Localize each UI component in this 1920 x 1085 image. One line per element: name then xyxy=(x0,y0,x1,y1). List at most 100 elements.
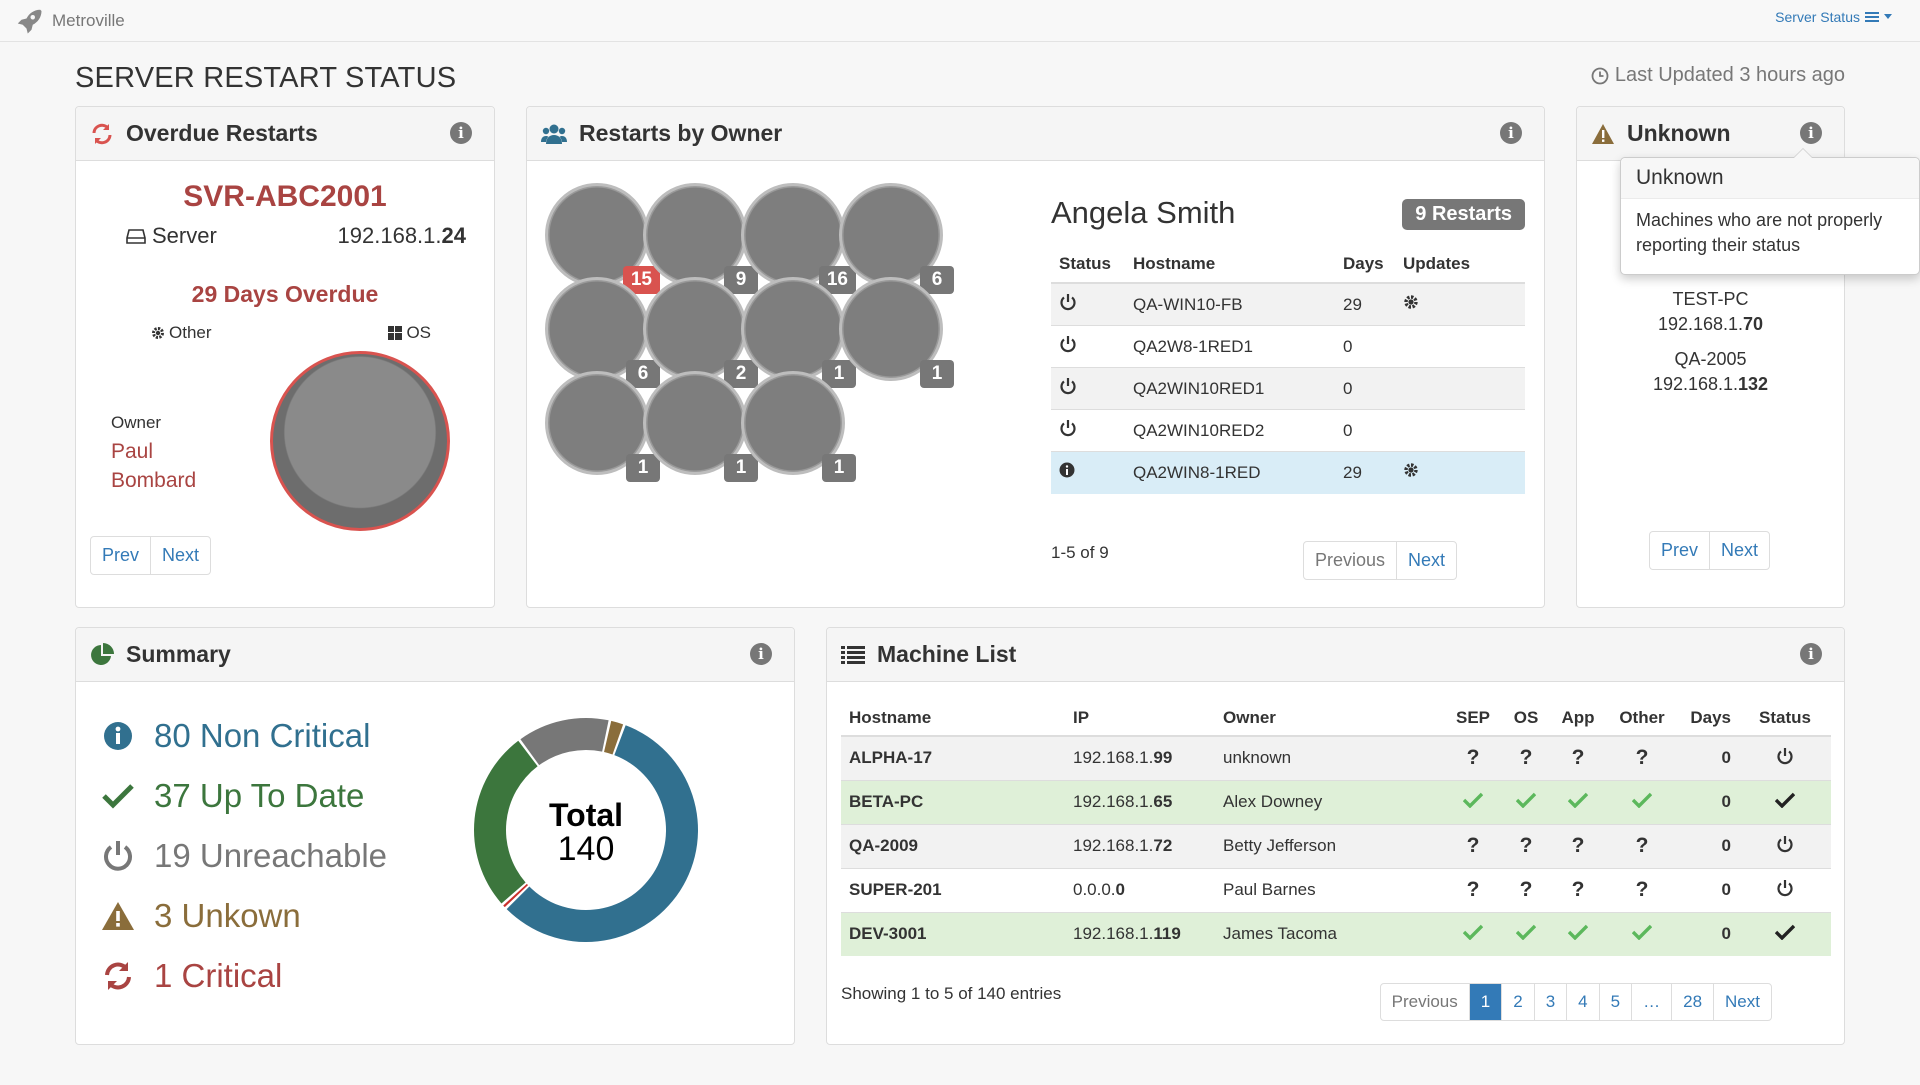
updates-cell xyxy=(1395,325,1525,368)
owner-avatar[interactable]: 1 xyxy=(741,277,856,388)
page-button[interactable]: 4 xyxy=(1567,984,1600,1020)
sep-cell: ? xyxy=(1445,867,1501,912)
owner-avatar[interactable]: 1 xyxy=(545,371,660,482)
table-row[interactable]: DEV-3001 192.168.1.119 James Tacoma 0 xyxy=(841,911,1831,956)
table-row[interactable]: QA-2009 192.168.1.72 Betty Jefferson???? 0 xyxy=(841,823,1831,868)
page-button[interactable]: 1 xyxy=(1469,984,1503,1020)
unknown-mark: ? xyxy=(1519,834,1533,857)
col-days[interactable]: Days xyxy=(1335,244,1395,284)
brand[interactable]: Metroville xyxy=(14,6,125,36)
table-row[interactable]: QA-WIN10-FB 29 xyxy=(1051,282,1525,326)
unknown-item[interactable]: QA-2005 192.168.1.132 xyxy=(1577,347,1844,397)
summary-item[interactable]: 3 Unkown xyxy=(96,886,387,946)
app-cell: ? xyxy=(1551,823,1605,868)
owner-avatar[interactable]: 1 xyxy=(741,371,856,482)
navbar: Metroville Server Status xyxy=(0,0,1920,42)
previous-button[interactable]: Previous xyxy=(1381,984,1470,1020)
summary-item[interactable]: 1 Critical xyxy=(96,946,387,1006)
col-sep[interactable]: SEP xyxy=(1445,698,1501,737)
page-button[interactable]: 28 xyxy=(1672,984,1715,1020)
gear-icon xyxy=(152,327,164,339)
server-status-menu[interactable]: Server Status xyxy=(1775,9,1892,25)
hostname-cell: QA-WIN10-FB xyxy=(1125,282,1335,326)
check-icon xyxy=(1515,924,1537,941)
popover-body: Machines who are not properly reporting … xyxy=(1636,210,1883,255)
summary-item[interactable]: 37 Up To Date xyxy=(96,766,387,826)
table-row[interactable]: QA2WIN10RED2 0 xyxy=(1051,409,1525,452)
info-icon[interactable]: i xyxy=(1800,122,1822,144)
summary-icon xyxy=(96,901,140,931)
col-status[interactable]: Status xyxy=(1051,244,1125,284)
next-button[interactable]: Next xyxy=(151,537,210,574)
table-row[interactable]: SUPER-201 0.0.0.0 Paul Barnes???? 0 xyxy=(841,867,1831,912)
users-icon xyxy=(541,124,567,144)
owner-avatar[interactable]: 15 xyxy=(545,183,660,294)
summary-item[interactable]: 80 Non Critical xyxy=(96,706,387,766)
unknown-item[interactable]: TEST-PC 192.168.1.70 xyxy=(1577,287,1844,337)
machine-list-panel: Machine List i Hostname IP Owner SEP OS … xyxy=(826,627,1845,1045)
prev-button[interactable]: Prev xyxy=(91,537,152,574)
owner-name[interactable]: Paul Bombard xyxy=(111,437,241,495)
next-button[interactable]: Next xyxy=(1710,532,1769,569)
info-icon[interactable]: i xyxy=(450,122,472,144)
owner-avatar[interactable]: 2 xyxy=(643,277,758,388)
overdue-type-row: Server 192.168.1.24 xyxy=(126,223,466,249)
table-row[interactable]: QA2W8-1RED1 0 xyxy=(1051,325,1525,368)
hostname-cell: QA2WIN10RED2 xyxy=(1125,409,1335,452)
page-button[interactable]: 3 xyxy=(1535,984,1568,1020)
ip-prefix: 192.168.1. xyxy=(1652,374,1739,394)
owner-avatar[interactable]: 16 xyxy=(741,183,856,294)
info-icon[interactable]: i xyxy=(1800,643,1822,665)
summary-item[interactable]: 19 Unreachable xyxy=(96,826,387,886)
tag-os: OS xyxy=(388,323,431,343)
info-icon[interactable]: i xyxy=(750,643,772,665)
page-button[interactable]: … xyxy=(1632,984,1673,1020)
pie-chart-icon xyxy=(91,642,114,665)
table-row[interactable]: QA2WIN10RED1 0 xyxy=(1051,367,1525,410)
donut-slice-up-to-date[interactable] xyxy=(474,740,538,904)
refresh-icon xyxy=(105,962,131,990)
hostname-cell: BETA-PC xyxy=(841,779,1065,824)
col-updates[interactable]: Updates xyxy=(1395,244,1525,284)
owner-avatar[interactable]: 6 xyxy=(839,183,954,294)
os-cell: ? xyxy=(1501,867,1551,912)
owner-avatar[interactable]: 1 xyxy=(643,371,758,482)
unknown-hostname: QA-2005 xyxy=(1674,349,1747,369)
table-row[interactable]: ALPHA-17 192.168.1.99 unknown???? 0 xyxy=(841,735,1831,780)
check-icon xyxy=(1567,924,1589,941)
status-cell xyxy=(1739,867,1831,912)
owner-avatar[interactable]: 9 xyxy=(643,183,758,294)
updates-cell xyxy=(1395,367,1525,410)
next-button[interactable]: Next xyxy=(1397,542,1456,579)
page-button[interactable]: 5 xyxy=(1600,984,1633,1020)
col-hostname[interactable]: Hostname xyxy=(1125,244,1335,284)
table-row[interactable]: BETA-PC 192.168.1.65 Alex Downey 0 xyxy=(841,779,1831,824)
next-button[interactable]: Next xyxy=(1714,984,1771,1020)
col-owner[interactable]: Owner xyxy=(1215,698,1445,737)
owner-avatar[interactable]: 1 xyxy=(839,277,954,388)
prev-button[interactable]: Prev xyxy=(1650,532,1711,569)
check-icon xyxy=(1515,792,1537,808)
warning-icon xyxy=(102,902,134,930)
page-button[interactable]: 2 xyxy=(1502,984,1535,1020)
updates-cell xyxy=(1395,409,1525,452)
hdd-icon xyxy=(126,229,146,244)
col-hostname[interactable]: Hostname xyxy=(841,698,1065,737)
unknown-mark: ? xyxy=(1571,878,1585,901)
owner-avatar[interactable]: 6 xyxy=(545,277,660,388)
check-icon xyxy=(1631,792,1653,808)
col-app[interactable]: App xyxy=(1551,698,1605,737)
overdue-hostname: SVR-ABC2001 xyxy=(183,180,387,213)
table-row[interactable]: QA2WIN8-1RED 29 xyxy=(1051,451,1525,494)
last-updated: Last Updated 3 hours ago xyxy=(1591,64,1845,87)
power-icon xyxy=(1060,420,1076,437)
col-other[interactable]: Other xyxy=(1605,698,1679,737)
col-days[interactable]: Days xyxy=(1679,698,1739,737)
info-icon[interactable]: i xyxy=(1500,122,1522,144)
col-os[interactable]: OS xyxy=(1501,698,1551,737)
app-cell: ? xyxy=(1551,867,1605,912)
donut-slice-unreachable[interactable] xyxy=(520,718,609,766)
col-status[interactable]: Status xyxy=(1739,698,1831,737)
col-ip[interactable]: IP xyxy=(1065,698,1215,737)
previous-button[interactable]: Previous xyxy=(1304,542,1398,579)
